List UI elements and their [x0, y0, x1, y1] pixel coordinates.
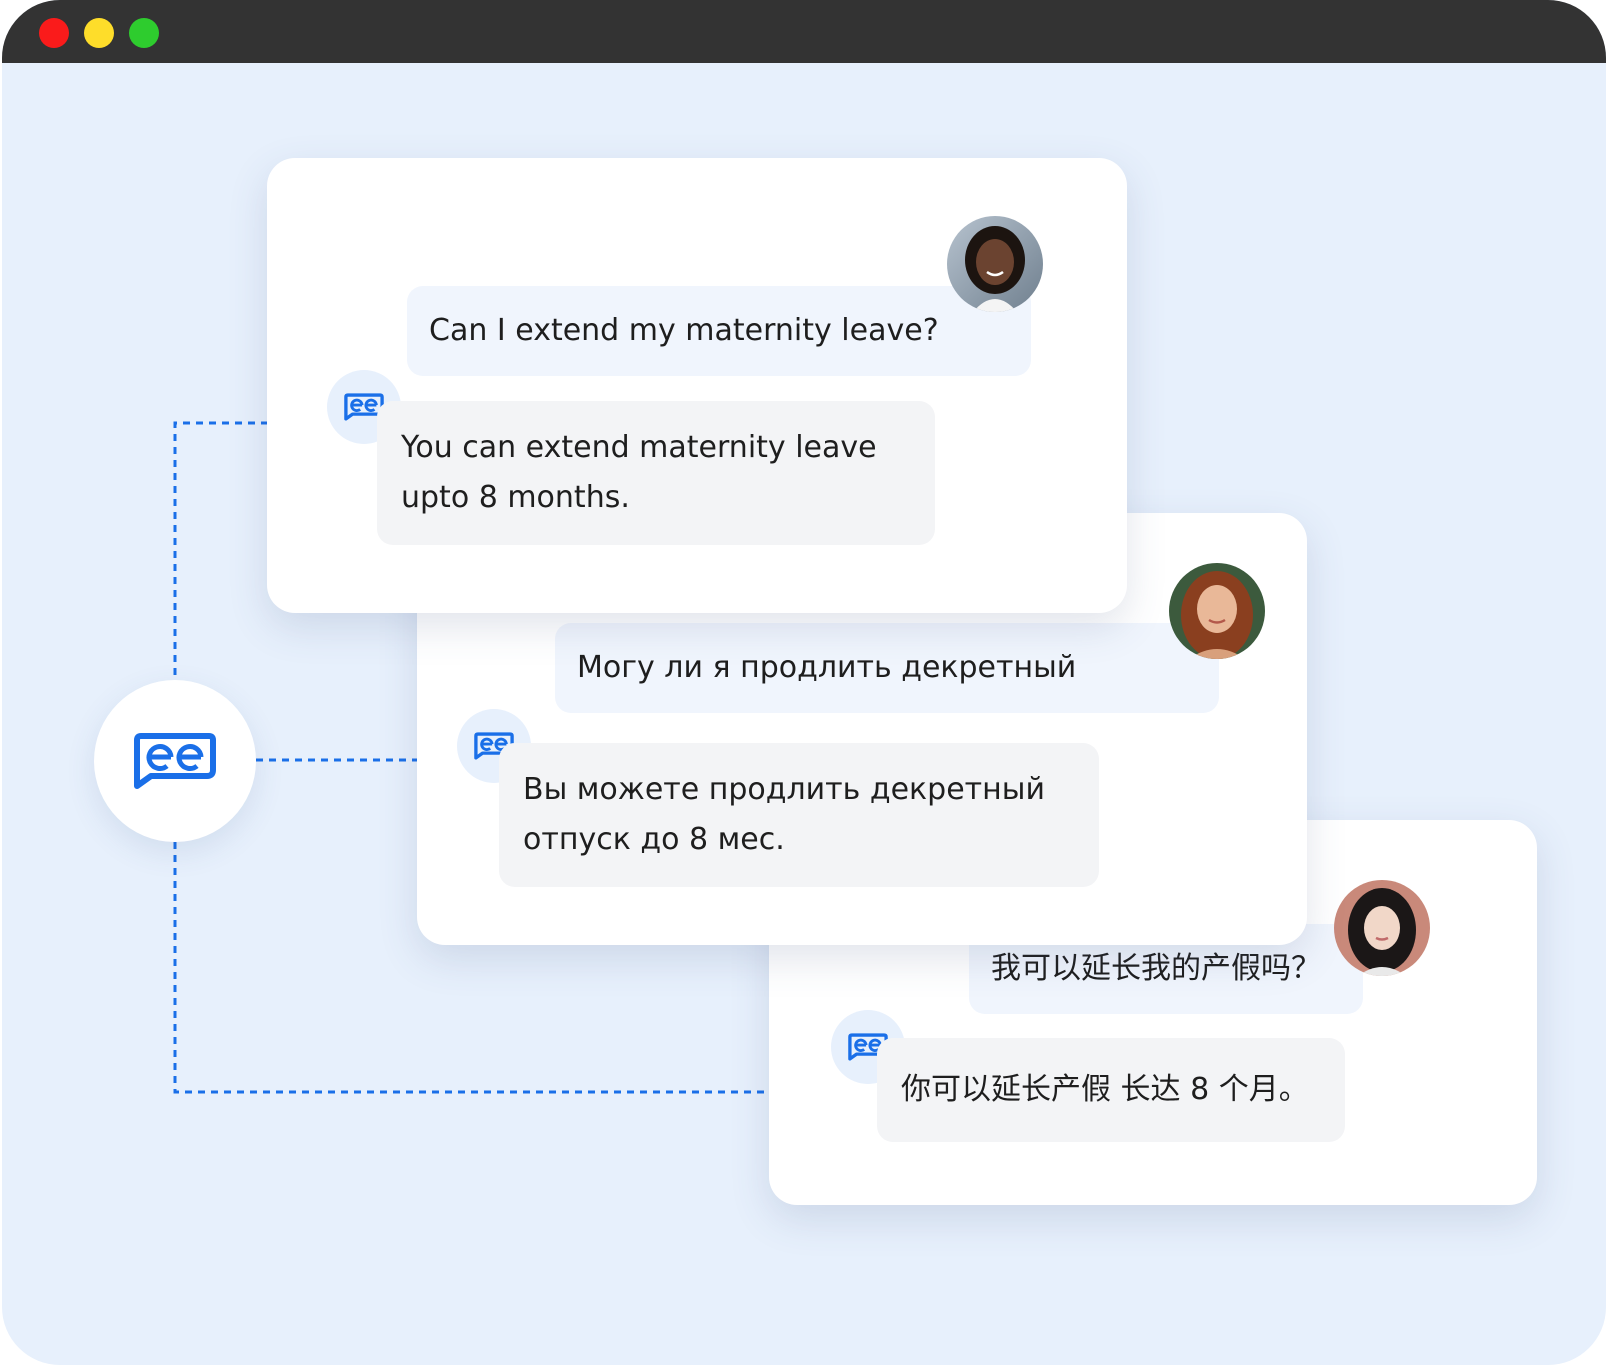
user-message-bubble: Могу ли я продлить декретный отпуск?	[555, 623, 1219, 775]
bot-reply-bubble: You can extend maternity leave upto 8 mo…	[377, 401, 935, 545]
chatbot-hub[interactable]	[94, 680, 256, 842]
user-avatar-icon[interactable]	[947, 216, 1043, 312]
user-avatar-icon[interactable]	[1169, 563, 1265, 659]
chat-card-english: Can I extend my maternity leave? You can…	[267, 158, 1127, 613]
user-message-bubble: Can I extend my maternity leave?	[407, 286, 1031, 376]
bot-reply-bubble: 你可以延长产假 长达 8 个月。	[877, 1038, 1345, 1142]
connector-to-first-chat	[173, 421, 268, 680]
browser-window: Can I extend my maternity leave? You can…	[2, 0, 1606, 1365]
chat-bubble-logo-icon	[134, 733, 216, 789]
user-avatar-icon[interactable]	[1334, 880, 1430, 976]
bot-reply-bubble: Вы можете продлить декретный отпуск до 8…	[499, 743, 1099, 887]
